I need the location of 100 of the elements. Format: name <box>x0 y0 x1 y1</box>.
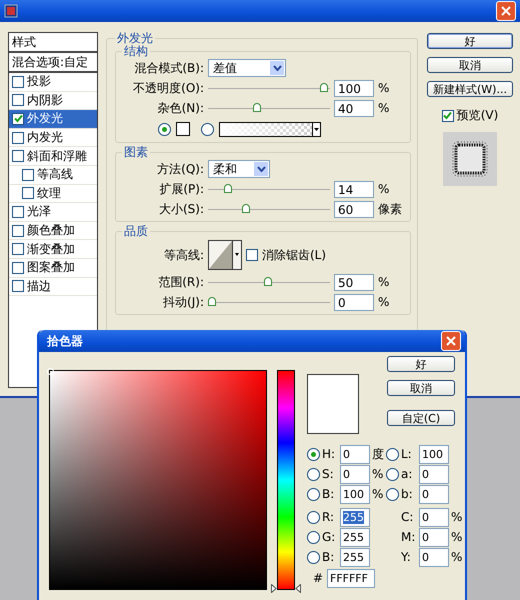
checkbox[interactable] <box>442 110 454 122</box>
unit-label: 像素 <box>378 200 402 218</box>
radio-button[interactable] <box>307 488 320 500</box>
checkbox[interactable] <box>12 206 24 218</box>
color-preview <box>307 374 359 434</box>
checkbox[interactable] <box>246 249 258 261</box>
radio-button[interactable] <box>307 448 320 460</box>
unit-label: % <box>451 510 464 524</box>
close-icon <box>446 336 456 346</box>
checkbox[interactable] <box>12 132 24 144</box>
value-field[interactable]: 255 <box>340 508 370 526</box>
color-swatch[interactable] <box>176 122 190 136</box>
unit-label: % <box>451 530 464 544</box>
unit-label: 度 <box>372 446 385 462</box>
slider-thumb[interactable] <box>208 297 216 306</box>
value-field[interactable]: 0 <box>419 548 449 566</box>
dialog-button[interactable]: 好 <box>427 33 513 49</box>
gradient-dropdown[interactable] <box>219 122 321 136</box>
radio-button[interactable] <box>201 122 214 136</box>
value-field[interactable]: 0 <box>340 464 370 484</box>
value-field[interactable]: 100 <box>340 484 370 504</box>
slider-thumb[interactable] <box>264 277 272 286</box>
checkbox[interactable] <box>12 262 24 274</box>
checkbox[interactable] <box>12 76 24 88</box>
slider-thumb[interactable] <box>242 204 250 213</box>
radio-button[interactable] <box>307 530 320 544</box>
group-title: 图素 <box>123 146 149 159</box>
field-label: # <box>313 571 324 585</box>
field-label: G: <box>322 530 336 544</box>
slider-thumb[interactable] <box>224 184 232 193</box>
radio-button[interactable] <box>307 510 320 524</box>
contour-picker[interactable] <box>208 240 242 270</box>
checkbox-label: 预览(V) <box>456 107 498 124</box>
checkbox[interactable] <box>12 94 24 106</box>
value-field[interactable]: 100 <box>419 444 449 464</box>
unit-label: % <box>378 295 390 309</box>
value-field[interactable]: 50 <box>334 274 374 290</box>
checkbox[interactable] <box>12 224 24 237</box>
field-label: R: <box>322 510 336 524</box>
styles-heading[interactable]: 样式 <box>9 33 97 53</box>
checkbox[interactable] <box>12 112 24 125</box>
value-field[interactable]: 14 <box>334 180 374 198</box>
dialog-button[interactable]: 自定(C) <box>387 410 455 426</box>
value-field[interactable]: 0 <box>340 444 370 464</box>
checkbox[interactable] <box>22 168 34 181</box>
value-field[interactable]: 0 <box>419 528 449 546</box>
value-field[interactable]: 100 <box>334 80 374 96</box>
field-label: 抖动(J): <box>162 294 204 310</box>
style-item[interactable]: 渐变叠加 <box>9 240 97 259</box>
slider-thumb[interactable] <box>252 103 261 112</box>
style-item[interactable]: 光泽 <box>9 203 97 222</box>
group-title: 结构 <box>123 45 149 58</box>
value-field[interactable]: 255 <box>340 528 370 546</box>
style-item[interactable]: 纹理 <box>9 184 97 204</box>
checkbox[interactable] <box>12 243 24 256</box>
checkbox[interactable] <box>22 187 34 200</box>
value-field[interactable]: 0 <box>334 294 374 310</box>
style-item[interactable]: 图案叠加 <box>9 258 97 278</box>
color-marker-icon <box>47 368 54 375</box>
checkbox[interactable] <box>12 150 24 162</box>
checkbox[interactable] <box>12 280 24 292</box>
field-label: 范围(R): <box>157 274 204 290</box>
style-item[interactable]: 投影 <box>9 73 97 92</box>
field-label: H: <box>322 447 336 461</box>
radio-button[interactable] <box>386 448 399 460</box>
dialog-button[interactable]: 取消 <box>387 380 455 396</box>
style-item[interactable]: 描边 <box>9 278 97 296</box>
value-field[interactable]: 255 <box>340 548 370 566</box>
technique-dropdown[interactable]: 柔和 <box>208 160 270 178</box>
value-field[interactable]: 40 <box>334 100 374 116</box>
value-field[interactable]: 0 <box>419 484 449 504</box>
styles-heading[interactable]: 混合选项:自定 <box>9 53 97 73</box>
radio-button[interactable] <box>307 550 320 564</box>
style-item[interactable]: 斜面和浮雕 <box>9 147 97 166</box>
style-item[interactable]: 等高线 <box>9 166 97 185</box>
field-label: 杂色(N): <box>156 100 204 116</box>
radio-button[interactable] <box>386 488 399 500</box>
field-label: B: <box>322 487 336 501</box>
value-field[interactable]: 0 <box>419 464 449 484</box>
style-item[interactable]: 外发光 <box>9 110 97 129</box>
slider-thumb[interactable] <box>320 83 328 92</box>
color-field[interactable] <box>49 370 267 590</box>
close-button[interactable] <box>496 1 516 21</box>
hex-field[interactable]: FFFFFF <box>327 568 375 588</box>
radio-button[interactable] <box>386 468 399 480</box>
dialog-button[interactable]: 取消 <box>427 57 513 73</box>
hue-marker-icon[interactable] <box>271 584 301 593</box>
value-field[interactable]: 60 <box>334 200 374 218</box>
radio-button[interactable] <box>307 468 320 480</box>
close-button[interactable] <box>441 331 461 351</box>
unit-label: % <box>372 467 384 481</box>
unit-label: % <box>378 182 390 196</box>
value-field[interactable]: 0 <box>419 508 449 526</box>
dialog-button[interactable]: 好 <box>387 356 455 372</box>
dialog-button[interactable]: 新建样式(W)... <box>427 81 513 97</box>
radio-button[interactable] <box>158 122 171 136</box>
style-item[interactable]: 内发光 <box>9 128 97 148</box>
blend-mode-dropdown[interactable]: 差值 <box>208 59 286 77</box>
field-label: S: <box>322 467 335 481</box>
style-item[interactable]: 颜色叠加 <box>9 222 97 240</box>
